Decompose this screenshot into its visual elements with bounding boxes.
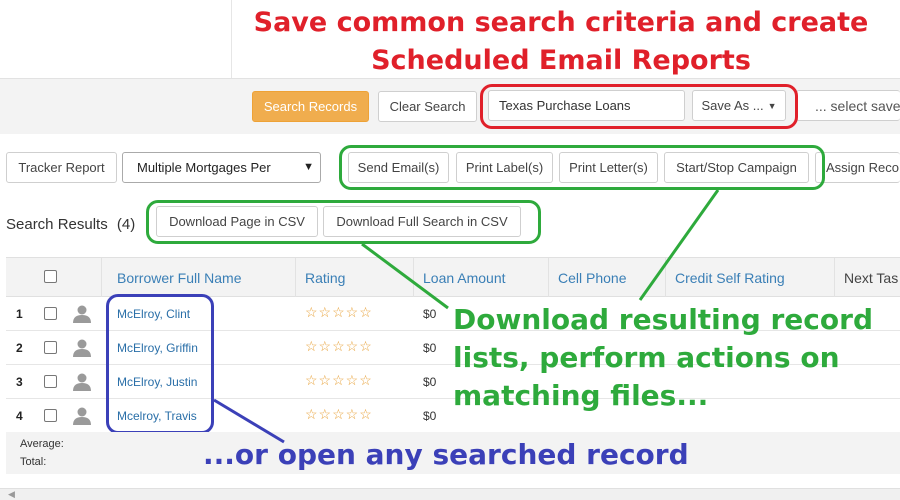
- column-divider: [834, 258, 835, 298]
- rating-stars[interactable]: ☆☆☆☆☆: [305, 372, 373, 389]
- column-divider: [548, 258, 549, 298]
- headline-line-2: Scheduled Email Reports: [371, 45, 751, 76]
- row-number: 3: [16, 375, 23, 389]
- chevron-down-icon: ▼: [303, 161, 314, 173]
- green-callout-line-2: lists, perform actions on: [453, 341, 840, 374]
- person-icon: [73, 373, 91, 391]
- average-label: Average:: [20, 438, 64, 450]
- clear-search-button[interactable]: Clear Search: [378, 91, 477, 122]
- horizontal-scrollbar[interactable]: ◀: [0, 488, 900, 500]
- column-borrower-full-name[interactable]: Borrower Full Name: [117, 270, 241, 286]
- report-type-value: Multiple Mortgages Per: [137, 160, 271, 175]
- column-divider: [295, 258, 296, 298]
- column-divider: [665, 258, 666, 298]
- row-checkbox[interactable]: [44, 375, 57, 388]
- rating-stars[interactable]: ☆☆☆☆☆: [305, 406, 373, 423]
- column-rating[interactable]: Rating: [305, 270, 345, 286]
- loan-amount: $0: [423, 307, 437, 321]
- row-checkbox[interactable]: [44, 307, 57, 320]
- rating-stars[interactable]: ☆☆☆☆☆: [305, 304, 373, 321]
- headline-line-1: Save common search criteria and create: [253, 7, 869, 38]
- column-loan-amount[interactable]: Loan Amount: [423, 270, 506, 286]
- actions-highlight: [339, 145, 825, 190]
- green-callout-line-1: Download resulting record: [453, 303, 873, 336]
- column-credit-self-rating[interactable]: Credit Self Rating: [675, 270, 785, 286]
- select-all-checkbox[interactable]: [44, 270, 57, 283]
- left-panel-area: [0, 0, 232, 78]
- search-results-label: Search Results: [6, 216, 108, 233]
- csv-download-highlight: [146, 200, 541, 244]
- search-results-title: Search Results (4): [6, 216, 135, 233]
- search-records-button[interactable]: Search Records: [252, 91, 369, 122]
- column-next-task: Next Tas: [844, 270, 899, 286]
- person-icon: [73, 407, 91, 425]
- search-results-count: (4): [116, 216, 136, 233]
- report-type-select[interactable]: Multiple Mortgages Per ▼: [122, 152, 321, 183]
- column-cell-phone[interactable]: Cell Phone: [558, 270, 627, 286]
- blue-callout: ...or open any searched record: [203, 438, 689, 471]
- tracker-report-button[interactable]: Tracker Report: [6, 152, 117, 183]
- total-label: Total:: [20, 456, 47, 468]
- column-divider: [413, 258, 414, 298]
- loan-amount: $0: [423, 375, 437, 389]
- person-icon: [73, 339, 91, 357]
- results-table-header: Borrower Full Name Rating Loan Amount Ce…: [6, 257, 900, 298]
- green-callout-line-3: matching files...: [453, 379, 709, 412]
- borrower-names-highlight: [106, 294, 214, 434]
- saved-search-select[interactable]: ... select saved: [796, 90, 900, 121]
- row-number: 4: [16, 409, 23, 423]
- scroll-left-icon[interactable]: ◀: [8, 489, 15, 500]
- row-checkbox[interactable]: [44, 341, 57, 354]
- row-checkbox[interactable]: [44, 409, 57, 422]
- rating-stars[interactable]: ☆☆☆☆☆: [305, 338, 373, 355]
- person-icon: [73, 305, 91, 323]
- row-number: 1: [16, 307, 23, 321]
- row-number: 2: [16, 341, 23, 355]
- loan-amount: $0: [423, 409, 437, 423]
- assign-records-button[interactable]: Assign Reco: [815, 152, 900, 183]
- column-divider: [101, 258, 102, 298]
- loan-amount: $0: [423, 341, 437, 355]
- saved-search-highlight: [480, 84, 798, 129]
